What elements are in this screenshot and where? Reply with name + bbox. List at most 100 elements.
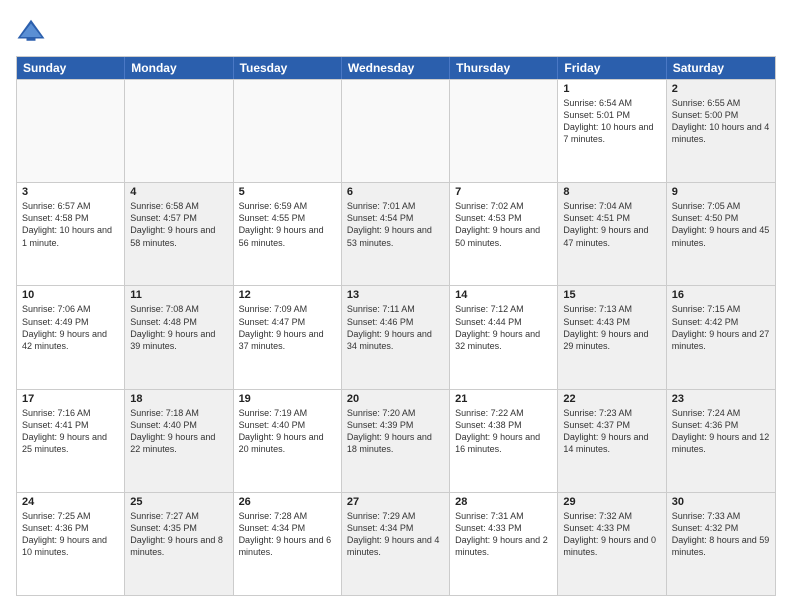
cal-header-cell-thursday: Thursday (450, 57, 558, 79)
day-info: Sunrise: 7:31 AM Sunset: 4:33 PM Dayligh… (455, 510, 552, 559)
cal-row-0: 1Sunrise: 6:54 AM Sunset: 5:01 PM Daylig… (17, 79, 775, 182)
day-number: 6 (347, 186, 444, 198)
day-number: 27 (347, 496, 444, 508)
day-info: Sunrise: 7:24 AM Sunset: 4:36 PM Dayligh… (672, 407, 770, 456)
cal-header-cell-friday: Friday (558, 57, 666, 79)
day-number: 9 (672, 186, 770, 198)
day-info: Sunrise: 7:06 AM Sunset: 4:49 PM Dayligh… (22, 303, 119, 352)
cal-cell: 8 Sunrise: 7:04 AM Sunset: 4:51 PM Daylig… (558, 183, 666, 285)
day-number: 17 (22, 393, 119, 405)
logo (16, 16, 50, 46)
day-number: 13 (347, 289, 444, 301)
day-info: Sunrise: 7:33 AM Sunset: 4:32 PM Dayligh… (672, 510, 770, 559)
cal-cell: 10Sunrise: 7:06 AM Sunset: 4:49 PM Dayli… (17, 286, 125, 388)
cal-row-2: 10Sunrise: 7:06 AM Sunset: 4:49 PM Dayli… (17, 285, 775, 388)
cal-cell: 20 Sunrise: 7:20 AM Sunset: 4:39 PM Dayli… (342, 390, 450, 492)
day-info: Sunrise: 7:13 AM Sunset: 4:43 PM Dayligh… (563, 303, 660, 352)
day-info: Sunrise: 7:29 AM Sunset: 4:34 PM Dayligh… (347, 510, 444, 559)
cal-header-cell-tuesday: Tuesday (234, 57, 342, 79)
day-info: Sunrise: 7:01 AM Sunset: 4:54 PM Dayligh… (347, 200, 444, 249)
day-info: Sunrise: 7:19 AM Sunset: 4:40 PM Dayligh… (239, 407, 336, 456)
day-info: Sunrise: 7:04 AM Sunset: 4:51 PM Dayligh… (563, 200, 660, 249)
day-number: 28 (455, 496, 552, 508)
day-info: Sunrise: 7:12 AM Sunset: 4:44 PM Dayligh… (455, 303, 552, 352)
cal-cell: 29 Sunrise: 7:32 AM Sunset: 4:33 PM Dayli… (558, 493, 666, 595)
cal-cell: 12 Sunrise: 7:09 AM Sunset: 4:47 PM Dayli… (234, 286, 342, 388)
day-info: Sunrise: 7:20 AM Sunset: 4:39 PM Dayligh… (347, 407, 444, 456)
cal-cell: 16Sunrise: 7:15 AM Sunset: 4:42 PM Dayli… (667, 286, 775, 388)
day-number: 16 (672, 289, 770, 301)
day-info: Sunrise: 7:05 AM Sunset: 4:50 PM Dayligh… (672, 200, 770, 249)
cal-row-4: 24Sunrise: 7:25 AM Sunset: 4:36 PM Dayli… (17, 492, 775, 595)
cal-cell: 26 Sunrise: 7:28 AM Sunset: 4:34 PM Dayli… (234, 493, 342, 595)
cal-row-3: 17 Sunrise: 7:16 AM Sunset: 4:41 PM Dayli… (17, 389, 775, 492)
calendar-body: 1Sunrise: 6:54 AM Sunset: 5:01 PM Daylig… (17, 79, 775, 595)
cal-cell: 27 Sunrise: 7:29 AM Sunset: 4:34 PM Dayli… (342, 493, 450, 595)
cal-cell: 14Sunrise: 7:12 AM Sunset: 4:44 PM Dayli… (450, 286, 558, 388)
day-number: 21 (455, 393, 552, 405)
day-info: Sunrise: 7:28 AM Sunset: 4:34 PM Dayligh… (239, 510, 336, 559)
calendar: SundayMondayTuesdayWednesdayThursdayFrid… (16, 56, 776, 596)
day-number: 12 (239, 289, 336, 301)
cal-row-1: 3Sunrise: 6:57 AM Sunset: 4:58 PM Daylig… (17, 182, 775, 285)
cal-cell: 21 Sunrise: 7:22 AM Sunset: 4:38 PM Dayli… (450, 390, 558, 492)
page: SundayMondayTuesdayWednesdayThursdayFrid… (0, 0, 792, 612)
day-info: Sunrise: 7:08 AM Sunset: 4:48 PM Dayligh… (130, 303, 227, 352)
day-info: Sunrise: 6:58 AM Sunset: 4:57 PM Dayligh… (130, 200, 227, 249)
day-number: 4 (130, 186, 227, 198)
cal-cell: 30 Sunrise: 7:33 AM Sunset: 4:32 PM Dayli… (667, 493, 775, 595)
day-number: 8 (563, 186, 660, 198)
cal-cell: 24Sunrise: 7:25 AM Sunset: 4:36 PM Dayli… (17, 493, 125, 595)
day-info: Sunrise: 6:55 AM Sunset: 5:00 PM Dayligh… (672, 97, 770, 146)
cal-cell: 17 Sunrise: 7:16 AM Sunset: 4:41 PM Dayli… (17, 390, 125, 492)
day-number: 3 (22, 186, 119, 198)
day-info: Sunrise: 7:16 AM Sunset: 4:41 PM Dayligh… (22, 407, 119, 456)
day-info: Sunrise: 6:54 AM Sunset: 5:01 PM Dayligh… (563, 97, 660, 146)
cal-cell (342, 80, 450, 182)
day-number: 25 (130, 496, 227, 508)
cal-cell (450, 80, 558, 182)
cal-cell: 9 Sunrise: 7:05 AM Sunset: 4:50 PM Daylig… (667, 183, 775, 285)
logo-icon (16, 16, 46, 46)
cal-cell: 2Sunrise: 6:55 AM Sunset: 5:00 PM Daylig… (667, 80, 775, 182)
day-number: 23 (672, 393, 770, 405)
day-info: Sunrise: 7:27 AM Sunset: 4:35 PM Dayligh… (130, 510, 227, 559)
day-info: Sunrise: 7:25 AM Sunset: 4:36 PM Dayligh… (22, 510, 119, 559)
header (16, 16, 776, 46)
day-number: 20 (347, 393, 444, 405)
day-info: Sunrise: 6:59 AM Sunset: 4:55 PM Dayligh… (239, 200, 336, 249)
day-info: Sunrise: 7:22 AM Sunset: 4:38 PM Dayligh… (455, 407, 552, 456)
cal-cell (17, 80, 125, 182)
cal-cell: 4 Sunrise: 6:58 AM Sunset: 4:57 PM Daylig… (125, 183, 233, 285)
cal-cell: 1Sunrise: 6:54 AM Sunset: 5:01 PM Daylig… (558, 80, 666, 182)
cal-cell: 19 Sunrise: 7:19 AM Sunset: 4:40 PM Dayli… (234, 390, 342, 492)
day-number: 5 (239, 186, 336, 198)
cal-cell: 25 Sunrise: 7:27 AM Sunset: 4:35 PM Dayli… (125, 493, 233, 595)
cal-cell: 15 Sunrise: 7:13 AM Sunset: 4:43 PM Dayli… (558, 286, 666, 388)
calendar-header: SundayMondayTuesdayWednesdayThursdayFrid… (17, 57, 775, 79)
day-info: Sunrise: 7:23 AM Sunset: 4:37 PM Dayligh… (563, 407, 660, 456)
cal-cell (234, 80, 342, 182)
cal-header-cell-wednesday: Wednesday (342, 57, 450, 79)
cal-cell: 6 Sunrise: 7:01 AM Sunset: 4:54 PM Daylig… (342, 183, 450, 285)
cal-cell: 23 Sunrise: 7:24 AM Sunset: 4:36 PM Dayli… (667, 390, 775, 492)
day-number: 7 (455, 186, 552, 198)
day-number: 29 (563, 496, 660, 508)
day-number: 15 (563, 289, 660, 301)
day-info: Sunrise: 7:32 AM Sunset: 4:33 PM Dayligh… (563, 510, 660, 559)
day-number: 19 (239, 393, 336, 405)
cal-cell: 22 Sunrise: 7:23 AM Sunset: 4:37 PM Dayli… (558, 390, 666, 492)
day-info: Sunrise: 7:11 AM Sunset: 4:46 PM Dayligh… (347, 303, 444, 352)
cal-cell: 7 Sunrise: 7:02 AM Sunset: 4:53 PM Daylig… (450, 183, 558, 285)
cal-header-cell-saturday: Saturday (667, 57, 775, 79)
day-number: 30 (672, 496, 770, 508)
day-info: Sunrise: 7:09 AM Sunset: 4:47 PM Dayligh… (239, 303, 336, 352)
day-number: 26 (239, 496, 336, 508)
cal-cell: 28 Sunrise: 7:31 AM Sunset: 4:33 PM Dayli… (450, 493, 558, 595)
day-info: Sunrise: 7:02 AM Sunset: 4:53 PM Dayligh… (455, 200, 552, 249)
day-number: 11 (130, 289, 227, 301)
cal-cell (125, 80, 233, 182)
cal-cell: 5 Sunrise: 6:59 AM Sunset: 4:55 PM Daylig… (234, 183, 342, 285)
day-number: 22 (563, 393, 660, 405)
cal-header-cell-sunday: Sunday (17, 57, 125, 79)
